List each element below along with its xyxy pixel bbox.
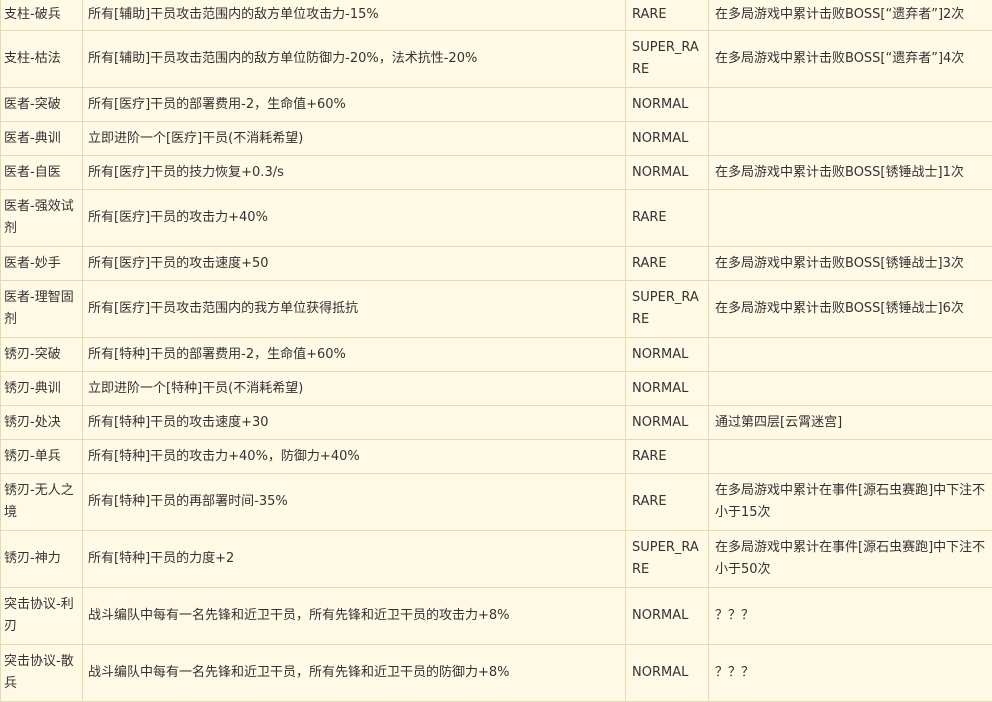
- item-name-cell: 突击协议-利刃: [0, 586, 83, 645]
- item-unlock-cell: 在多局游戏中累计击败BOSS[锈锤战士]3次: [708, 245, 992, 281]
- item-name-cell: 锈刃-典训: [0, 370, 83, 406]
- item-rarity-cell: RARE: [625, 245, 709, 281]
- item-effect-cell: 所有[特种]干员的再部署时间-35%: [82, 472, 626, 531]
- item-effect-cell: 所有[医疗]干员的技力恢复+0.3/s: [82, 154, 626, 190]
- table-row: 医者-强效试剂 所有[医疗]干员的攻击力+40% RARE: [0, 188, 992, 247]
- table-row: 医者-典训 立即进阶一个[医疗]干员(不消耗希望) NORMAL: [0, 120, 992, 156]
- table-row: 医者-突破 所有[医疗]干员的部署费用-2，生命值+60% NORMAL: [0, 86, 992, 122]
- item-unlock-cell: ？？？: [708, 643, 992, 702]
- item-name-cell: 锈刃-单兵: [0, 438, 83, 474]
- item-effect-cell: 所有[辅助]干员攻击范围内的敌方单位防御力-20%，法术抗性-20%: [82, 29, 626, 88]
- item-unlock-cell: [708, 188, 992, 247]
- item-unlock-cell: 在多局游戏中累计在事件[源石虫赛跑]中下注不小于50次: [708, 529, 992, 588]
- item-unlock-cell: ？？？: [708, 586, 992, 645]
- item-rarity-cell: NORMAL: [625, 643, 709, 702]
- table-row: 医者-理智固剂 所有[医疗]干员攻击范围内的我方单位获得抵抗 SUPER_RAR…: [0, 279, 992, 338]
- item-name-cell: 锈刃-突破: [0, 336, 83, 372]
- item-effect-cell: 立即进阶一个[医疗]干员(不消耗希望): [82, 120, 626, 156]
- item-rarity-cell: NORMAL: [625, 586, 709, 645]
- item-name-cell: 医者-妙手: [0, 245, 83, 281]
- item-name-cell: 医者-理智固剂: [0, 279, 83, 338]
- item-name-cell: 锈刃-无人之境: [0, 472, 83, 531]
- item-unlock-cell: [708, 370, 992, 406]
- item-rarity-cell: SUPER_RARE: [625, 279, 709, 338]
- item-effect-cell: 所有[医疗]干员的攻击速度+50: [82, 245, 626, 281]
- table-row: 锈刃-典训 立即进阶一个[特种]干员(不消耗希望) NORMAL: [0, 370, 992, 406]
- item-name-cell: 锈刃-处决: [0, 404, 83, 440]
- item-name-cell: 锈刃-神力: [0, 529, 83, 588]
- item-unlock-cell: 在多局游戏中累计击败BOSS[锈锤战士]1次: [708, 154, 992, 190]
- item-rarity-cell: SUPER_RARE: [625, 29, 709, 88]
- item-rarity-cell: RARE: [625, 188, 709, 247]
- table-body: 支柱-破兵 所有[辅助]干员攻击范围内的敌方单位攻击力-15% RARE 在多局…: [0, 0, 992, 702]
- item-effect-cell: 所有[特种]干员的部署费用-2，生命值+60%: [82, 336, 626, 372]
- table-row: 突击协议-散兵 战斗编队中每有一名先锋和近卫干员，所有先锋和近卫干员的防御力+8…: [0, 643, 992, 702]
- item-effect-cell: 战斗编队中每有一名先锋和近卫干员，所有先锋和近卫干员的防御力+8%: [82, 643, 626, 702]
- item-effect-cell: 战斗编队中每有一名先锋和近卫干员，所有先锋和近卫干员的攻击力+8%: [82, 586, 626, 645]
- table-row: 锈刃-神力 所有[特种]干员的力度+2 SUPER_RARE 在多局游戏中累计在…: [0, 529, 992, 588]
- item-unlock-cell: [708, 120, 992, 156]
- item-name-cell: 医者-突破: [0, 86, 83, 122]
- item-rarity-cell: NORMAL: [625, 370, 709, 406]
- item-name-cell: 医者-强效试剂: [0, 188, 83, 247]
- item-unlock-cell: 在多局游戏中累计击败BOSS[锈锤战士]6次: [708, 279, 992, 338]
- item-effect-cell: 所有[医疗]干员的部署费用-2，生命值+60%: [82, 86, 626, 122]
- table-row: 锈刃-处决 所有[特种]干员的攻击速度+30 NORMAL 通过第四层[云霄迷宫…: [0, 404, 992, 440]
- item-unlock-cell: [708, 438, 992, 474]
- item-name-cell: 医者-自医: [0, 154, 83, 190]
- table-row: 医者-妙手 所有[医疗]干员的攻击速度+50 RARE 在多局游戏中累计击败BO…: [0, 245, 992, 281]
- item-rarity-cell: NORMAL: [625, 404, 709, 440]
- item-unlock-cell: [708, 336, 992, 372]
- item-effect-cell: 所有[特种]干员的力度+2: [82, 529, 626, 588]
- item-name-cell: 支柱-破兵: [0, 0, 83, 31]
- item-effect-cell: 所有[辅助]干员攻击范围内的敌方单位攻击力-15%: [82, 0, 626, 31]
- item-effect-cell: 所有[特种]干员的攻击速度+30: [82, 404, 626, 440]
- item-rarity-cell: RARE: [625, 438, 709, 474]
- item-unlock-cell: 在多局游戏中累计击败BOSS[“遗弃者”]4次: [708, 29, 992, 88]
- item-table: 支柱-破兵 所有[辅助]干员攻击范围内的敌方单位攻击力-15% RARE 在多局…: [0, 0, 992, 702]
- item-rarity-cell: RARE: [625, 472, 709, 531]
- table-row: 医者-自医 所有[医疗]干员的技力恢复+0.3/s NORMAL 在多局游戏中累…: [0, 154, 992, 190]
- table-row: 锈刃-突破 所有[特种]干员的部署费用-2，生命值+60% NORMAL: [0, 336, 992, 372]
- item-unlock-cell: 通过第四层[云霄迷宫]: [708, 404, 992, 440]
- item-rarity-cell: NORMAL: [625, 154, 709, 190]
- item-effect-cell: 所有[医疗]干员攻击范围内的我方单位获得抵抗: [82, 279, 626, 338]
- item-name-cell: 突击协议-散兵: [0, 643, 83, 702]
- item-unlock-cell: 在多局游戏中累计在事件[源石虫赛跑]中下注不小于15次: [708, 472, 992, 531]
- table-row: 支柱-破兵 所有[辅助]干员攻击范围内的敌方单位攻击力-15% RARE 在多局…: [0, 0, 992, 31]
- item-name-cell: 支柱-枯法: [0, 29, 83, 88]
- table-row: 锈刃-无人之境 所有[特种]干员的再部署时间-35% RARE 在多局游戏中累计…: [0, 472, 992, 531]
- item-unlock-cell: 在多局游戏中累计击败BOSS[“遗弃者”]2次: [708, 0, 992, 31]
- item-rarity-cell: RARE: [625, 0, 709, 31]
- table-row: 支柱-枯法 所有[辅助]干员攻击范围内的敌方单位防御力-20%，法术抗性-20%…: [0, 29, 992, 88]
- item-rarity-cell: NORMAL: [625, 86, 709, 122]
- item-effect-cell: 所有[特种]干员的攻击力+40%，防御力+40%: [82, 438, 626, 474]
- item-rarity-cell: SUPER_RARE: [625, 529, 709, 588]
- item-unlock-cell: [708, 86, 992, 122]
- item-effect-cell: 立即进阶一个[特种]干员(不消耗希望): [82, 370, 626, 406]
- item-name-cell: 医者-典训: [0, 120, 83, 156]
- item-rarity-cell: NORMAL: [625, 120, 709, 156]
- item-rarity-cell: NORMAL: [625, 336, 709, 372]
- table-row: 锈刃-单兵 所有[特种]干员的攻击力+40%，防御力+40% RARE: [0, 438, 992, 474]
- item-effect-cell: 所有[医疗]干员的攻击力+40%: [82, 188, 626, 247]
- table-row: 突击协议-利刃 战斗编队中每有一名先锋和近卫干员，所有先锋和近卫干员的攻击力+8…: [0, 586, 992, 645]
